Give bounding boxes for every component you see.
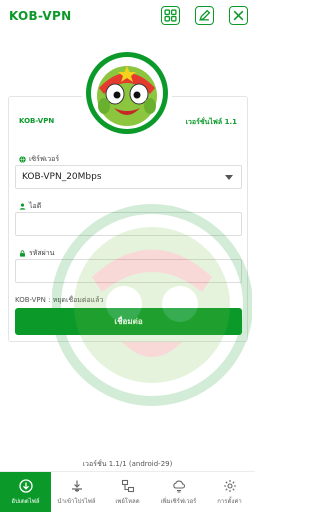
app-title: KOB-VPN: [9, 9, 72, 23]
id-label-row: ไอดี: [19, 201, 41, 212]
grid-button[interactable]: [161, 6, 180, 25]
id-label: ไอดี: [29, 202, 42, 210]
app-logo: [82, 48, 172, 138]
edit-button[interactable]: [195, 6, 214, 25]
chevron-down-icon: [225, 175, 233, 180]
nav-label: เพย์โหลด: [115, 497, 140, 505]
server-label: เซิร์ฟเวอร์: [29, 155, 60, 163]
nav-add-server[interactable]: เพิ่มเซิร์ฟเวอร์: [153, 472, 204, 512]
nav-settings[interactable]: การตั้งค่า: [204, 472, 255, 512]
edit-icon: [199, 9, 211, 21]
bottom-nav: อัปเดตไฟล์ นำเข้าโปรไฟล์ เพย์โหลด เพิ่มเ…: [0, 471, 255, 512]
download-circle-icon: [18, 478, 33, 493]
server-select-value: KOB-VPN_20Mbps: [22, 172, 102, 182]
nav-label: การตั้งค่า: [217, 497, 242, 505]
globe-icon: [19, 156, 26, 163]
settings-icon: [223, 479, 236, 492]
password-label-row: รหัสผ่าน: [19, 248, 54, 259]
nav-label: อัปเดตไฟล์: [11, 497, 40, 505]
nav-label: เพิ่มเซิร์ฟเวอร์: [160, 497, 197, 505]
top-bar: KOB-VPN: [0, 0, 255, 34]
watermark-logo: [52, 204, 252, 406]
nav-label: นำเข้าโปรไฟล์: [57, 497, 96, 505]
server-label-row: เซิร์ฟเวอร์: [19, 154, 59, 165]
close-icon: [233, 10, 244, 21]
lock-icon: [20, 250, 25, 257]
nav-payload[interactable]: เพย์โหลด: [102, 472, 153, 512]
password-label: รหัสผ่าน: [29, 249, 55, 257]
user-icon: [19, 203, 26, 210]
file-version: เวอร์ชั่นไฟล์ 1.1: [185, 118, 237, 126]
nav-update-file[interactable]: อัปเดตไฟล์: [0, 472, 51, 512]
import-icon: [71, 480, 82, 492]
grid-icon: [164, 9, 177, 22]
network-icon: [121, 479, 134, 492]
nav-import-profile[interactable]: นำเข้าโปรไฟล์: [51, 472, 102, 512]
close-button[interactable]: [229, 6, 248, 25]
cloud-sync-icon: [172, 480, 185, 493]
card-app-name: KOB-VPN: [19, 117, 55, 125]
app-version: เวอร์ชั่น 1.1/1 (android-29): [82, 460, 173, 468]
